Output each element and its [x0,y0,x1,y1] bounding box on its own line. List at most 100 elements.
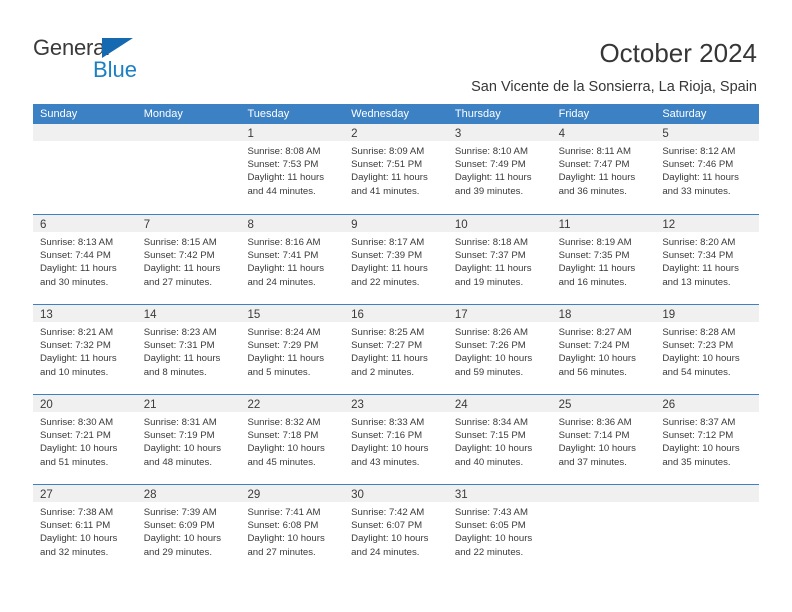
day-number: 25 [558,399,572,411]
day-number: 28 [143,489,157,501]
daylight-duration-line2: and 27 minutes. [247,546,316,558]
daylight-duration-line1: Daylight: 10 hours [40,443,118,455]
day-number-band: 28 [136,485,241,502]
calendar-week-row: 20 Sunrise: 8:30 AM Sunset: 7:21 PM Dayligh… [33,394,760,484]
sunset-time: Sunset: 7:16 PM [351,430,423,442]
sunset-time: Sunset: 7:27 PM [351,340,423,352]
day-number: 9 [351,219,358,231]
day-details: Sunrise: 8:33 AM Sunset: 7:16 PM Daylight:… [344,412,448,469]
calendar-day-cell[interactable]: 8 Sunrise: 8:16 AM Sunset: 7:41 PM Daylight… [240,215,345,304]
day-number-band: 30 [344,485,448,502]
calendar-day-cell[interactable]: 31 Sunrise: 7:43 AM Sunset: 6:05 PM Dayligh… [447,485,552,574]
calendar-weeks: 1 Sunrise: 8:08 AM Sunset: 7:53 PM Daylight… [33,124,760,574]
daylight-duration-line2: and 51 minutes. [40,456,109,468]
calendar-day-cell[interactable]: 24 Sunrise: 8:34 AM Sunset: 7:15 PM Dayligh… [447,395,552,484]
sunrise-time: Sunrise: 8:36 AM [558,417,632,428]
sunrise-time: Sunrise: 8:08 AM [247,146,321,157]
day-number-band: 24 [447,395,552,412]
daylight-duration-line2: and 22 minutes. [454,546,524,558]
calendar-day-cell[interactable]: 10 Sunrise: 8:18 AM Sunset: 7:37 PM Dayligh… [447,215,552,304]
day-number-band: 6 [33,215,137,232]
calendar-day-cell[interactable]: 9 Sunrise: 8:17 AM Sunset: 7:39 PM Daylight… [344,215,448,304]
calendar-day-cell[interactable]: 13 Sunrise: 8:21 AM Sunset: 7:32 PM Dayligh… [33,305,137,394]
calendar-day-cell[interactable]: 29 Sunrise: 7:41 AM Sunset: 6:08 PM Dayligh… [240,485,345,574]
sunrise-time: Sunrise: 8:27 AM [558,327,632,338]
calendar-day-cell[interactable]: 22 Sunrise: 8:32 AM Sunset: 7:18 PM Dayligh… [240,395,345,484]
day-number-band: 22 [240,395,345,412]
sunrise-time: Sunrise: 8:26 AM [454,327,528,338]
calendar-week-row: 1 Sunrise: 8:08 AM Sunset: 7:53 PM Daylight… [33,124,760,214]
calendar-day-cell[interactable]: 4 Sunrise: 8:11 AM Sunset: 7:47 PM Daylight… [551,124,656,214]
day-number-band: 9 [344,215,448,232]
day-number-band: 17 [447,305,552,322]
calendar-day-cell[interactable]: 6 Sunrise: 8:13 AM Sunset: 7:44 PM Daylight… [33,215,137,304]
day-number-band: 18 [551,305,656,322]
sunset-time: Sunset: 7:18 PM [247,430,319,442]
daylight-duration-line2: and 13 minutes. [662,276,731,288]
daylight-duration-line2: and 41 minutes. [351,185,420,197]
daylight-duration-line2: and 35 minutes. [662,456,731,468]
daylight-duration-line1: Daylight: 11 hours [662,172,739,184]
daylight-duration-line1: Daylight: 11 hours [40,353,117,365]
sunrise-time: Sunrise: 8:23 AM [143,327,217,338]
day-number-band: 27 [33,485,137,502]
calendar-day-cell[interactable]: 17 Sunrise: 8:26 AM Sunset: 7:26 PM Dayligh… [447,305,552,394]
calendar-day-cell[interactable]: 15 Sunrise: 8:24 AM Sunset: 7:29 PM Dayligh… [240,305,345,394]
calendar-day-cell[interactable]: 5 Sunrise: 8:12 AM Sunset: 7:46 PM Daylight… [655,124,760,214]
calendar-day-cell[interactable]: 3 Sunrise: 8:10 AM Sunset: 7:49 PM Daylight… [447,124,552,214]
calendar-day-cell[interactable]: 14 Sunrise: 8:23 AM Sunset: 7:31 PM Dayligh… [136,305,241,394]
day-number-band: 3 [447,124,552,141]
calendar-day-cell-empty [655,485,760,574]
day-number-band: 25 [551,395,656,412]
day-number: 27 [40,489,53,501]
daylight-duration-line1: Daylight: 10 hours [351,533,429,545]
daylight-duration-line2: and 39 minutes. [454,185,524,197]
calendar-day-cell[interactable]: 1 Sunrise: 8:08 AM Sunset: 7:53 PM Daylight… [240,124,345,214]
day-number: 12 [662,219,676,231]
daylight-duration-line2: and 44 minutes. [247,185,316,197]
calendar-day-cell[interactable]: 7 Sunrise: 8:15 AM Sunset: 7:42 PM Daylight… [136,215,241,304]
daylight-duration-line2: and 56 minutes. [558,366,627,378]
weekday-header-tuesday: Tuesday [247,108,290,120]
sunset-time: Sunset: 6:09 PM [143,520,215,532]
calendar-day-cell[interactable]: 18 Sunrise: 8:27 AM Sunset: 7:24 PM Dayligh… [551,305,656,394]
sunrise-time: Sunrise: 8:30 AM [40,417,114,428]
weekday-header-monday: Monday [143,108,183,120]
daylight-duration-line2: and 5 minutes. [247,366,311,378]
sunset-time: Sunset: 7:46 PM [662,159,734,171]
calendar-day-cell-empty [136,124,241,214]
daylight-duration-line2: and 59 minutes. [454,366,524,378]
calendar-day-cell[interactable]: 16 Sunrise: 8:25 AM Sunset: 7:27 PM Dayligh… [344,305,448,394]
calendar-week-row: 27 Sunrise: 7:38 AM Sunset: 6:11 PM Dayligh… [33,484,760,574]
general-blue-logo[interactable]: General Blue [33,35,173,87]
day-details: Sunrise: 8:21 AM Sunset: 7:32 PM Daylight:… [33,322,137,379]
day-details: Sunrise: 8:23 AM Sunset: 7:31 PM Daylight:… [137,322,241,379]
page-title: October 2024 [599,38,757,68]
day-number: 4 [558,128,565,140]
calendar-day-cell[interactable]: 23 Sunrise: 8:33 AM Sunset: 7:16 PM Dayligh… [344,395,448,484]
calendar-day-cell[interactable]: 12 Sunrise: 8:20 AM Sunset: 7:34 PM Dayligh… [655,215,760,304]
calendar-day-cell[interactable]: 26 Sunrise: 8:37 AM Sunset: 7:12 PM Dayligh… [655,395,760,484]
sunset-time: Sunset: 7:24 PM [558,340,630,352]
calendar-day-cell[interactable]: 21 Sunrise: 8:31 AM Sunset: 7:19 PM Dayligh… [136,395,241,484]
calendar-day-cell[interactable]: 25 Sunrise: 8:36 AM Sunset: 7:14 PM Dayligh… [551,395,656,484]
daylight-duration-line1: Daylight: 10 hours [558,443,636,455]
daylight-duration-line1: Daylight: 11 hours [143,353,221,365]
day-details: Sunrise: 8:32 AM Sunset: 7:18 PM Daylight:… [240,412,344,469]
calendar-day-cell[interactable]: 30 Sunrise: 7:42 AM Sunset: 6:07 PM Dayligh… [344,485,448,574]
sunset-time: Sunset: 7:37 PM [454,250,526,262]
sunset-time: Sunset: 7:39 PM [351,250,423,262]
calendar-day-cell[interactable]: 28 Sunrise: 7:39 AM Sunset: 6:09 PM Dayligh… [136,485,241,574]
calendar-day-cell[interactable]: 20 Sunrise: 8:30 AM Sunset: 7:21 PM Dayligh… [33,395,137,484]
daylight-duration-line2: and 43 minutes. [351,456,420,468]
daylight-duration-line1: Daylight: 11 hours [351,172,428,184]
day-details: Sunrise: 8:15 AM Sunset: 7:42 PM Daylight:… [137,232,241,289]
day-number-band: 29 [240,485,345,502]
calendar-day-cell[interactable]: 19 Sunrise: 8:28 AM Sunset: 7:23 PM Dayligh… [655,305,760,394]
daylight-duration-line1: Daylight: 11 hours [351,263,428,275]
sunrise-time: Sunrise: 8:28 AM [662,327,736,338]
sunrise-time: Sunrise: 7:43 AM [454,507,528,518]
calendar-day-cell[interactable]: 27 Sunrise: 7:38 AM Sunset: 6:11 PM Dayligh… [33,485,137,574]
calendar-day-cell[interactable]: 11 Sunrise: 8:19 AM Sunset: 7:35 PM Dayligh… [551,215,656,304]
calendar-day-cell[interactable]: 2 Sunrise: 8:09 AM Sunset: 7:51 PM Daylight… [344,124,448,214]
